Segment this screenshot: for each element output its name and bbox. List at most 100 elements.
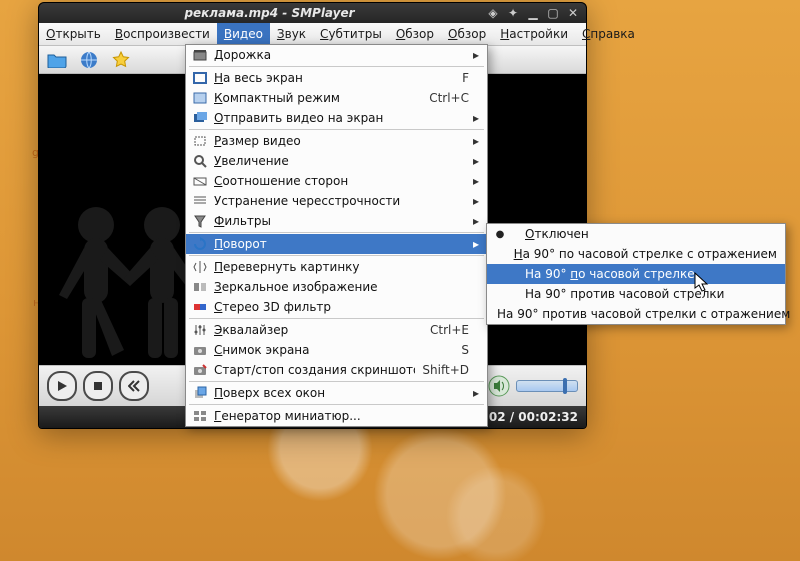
mouse-cursor [694,272,710,294]
submenu-item-label: Отключен [521,227,777,241]
flip-icon [190,257,210,277]
menu-субтитры[interactable]: Субтитры [313,23,389,45]
menu-item-label: Эквалайзер [210,323,415,337]
radio-icon: ● [493,229,507,240]
star-icon[interactable] [109,50,133,70]
folder-open-icon[interactable] [45,50,69,70]
video-menu-mirror[interactable]: Зеркальное изображение [186,277,487,297]
menu-item-label: Генератор миниатюр... [210,409,415,423]
rotate-icon [190,234,210,254]
video-menu-ontop[interactable]: Поверх всех окон ▸ [186,383,487,403]
titlebar[interactable]: реклама.mp4 - SMPlayer ◈ ✦ ▁ ▢ ✕ [39,3,586,23]
menu-обзор[interactable]: Обзор [389,23,441,45]
menu-настройки[interactable]: Настройки [493,23,575,45]
filter-icon [190,211,210,231]
submenu-item-label: На 90° против часовой стрелки с отражени… [493,307,790,321]
maximize-icon[interactable]: ▢ [546,6,560,20]
menu-звук[interactable]: Звук [270,23,313,45]
menu-item-label: Стерео 3D фильтр [210,300,415,314]
menu-справка[interactable]: Справка [575,23,642,45]
rotation-submenu: ● Отключен На 90° по часовой стрелке с отр… [486,223,786,325]
rotation-option-4[interactable]: На 90° против часовой стрелки с отражени… [487,304,785,324]
shots-icon [190,360,210,380]
separator [189,404,484,405]
video-content-silhouette [54,190,204,365]
close-icon[interactable]: ✕ [566,6,580,20]
video-menu-aspect[interactable]: Соотношение сторон▸ [186,171,487,191]
video-menu-filter[interactable]: Фильтры▸ [186,211,487,231]
window-title: реклама.mp4 - SMPlayer [59,6,480,20]
menu-item-label: Поворот [210,237,415,251]
video-menu-shots[interactable]: Старт/стоп создания скриншотовShift+D [186,360,487,380]
submenu-arrow-icon: ▸ [469,237,479,251]
size-icon [190,131,210,151]
shot-icon [190,340,210,360]
video-menu-rotate[interactable]: Поворот ▸ [186,234,487,254]
submenu-arrow-icon: ▸ [469,48,479,62]
play-button[interactable] [47,371,77,401]
globe-icon[interactable] [77,50,101,70]
video-menu-size[interactable]: Размер видео ▸ [186,131,487,151]
video-menu-thumbs[interactable]: Генератор миниатюр... [186,406,487,426]
video-menu-send[interactable]: Отправить видео на экран ▸ [186,108,487,128]
ontop-icon [190,383,210,403]
stop-button[interactable] [83,371,113,401]
submenu-arrow-icon: ▸ [469,154,479,168]
mute-icon[interactable] [488,375,510,397]
video-menu-track[interactable]: Дорожка ▸ [186,45,487,65]
submenu-arrow-icon: ▸ [469,386,479,400]
video-menu-compact[interactable]: Компактный режимCtrl+C [186,88,487,108]
shortcut-label: S [415,343,469,357]
menu-item-label: На весь экран [210,71,415,85]
menu-item-label: Поверх всех окон [210,386,415,400]
stereo3d-icon [190,297,210,317]
volume-slider[interactable] [516,380,578,392]
separator [189,66,484,67]
rotation-option-2[interactable]: На 90° по часовой стрелке [487,264,785,284]
menu-item-label: Отправить видео на экран [210,111,415,125]
video-menu-dropdown: Дорожка▸На весь экранFКомпактный режимCt… [185,44,488,427]
video-menu-eq[interactable]: ЭквалайзерCtrl+E [186,320,487,340]
rewind-button[interactable] [119,371,149,401]
submenu-arrow-icon: ▸ [469,111,479,125]
video-menu-deint[interactable]: Устранение чересстрочности▸ [186,191,487,211]
video-menu-zoom[interactable]: Увеличение▸ [186,151,487,171]
video-menu-fullscreen[interactable]: На весь экранF [186,68,487,88]
menu-item-label: Размер видео [210,134,415,148]
submenu-arrow-icon: ▸ [469,214,479,228]
pin-icon[interactable]: ◈ [486,6,500,20]
menu-item-label: Устранение чересстрочности [210,194,415,208]
rotation-option-0[interactable]: ● Отключен [487,224,785,244]
video-menu-stereo3d[interactable]: Стерео 3D фильтр [186,297,487,317]
submenu-arrow-icon: ▸ [469,174,479,188]
compact-icon [190,88,210,108]
menu-item-label: Компактный режим [210,91,415,105]
track-icon [190,45,210,65]
separator [189,255,484,256]
menu-воспроизвести[interactable]: Воспроизвести [108,23,217,45]
rotation-option-1[interactable]: На 90° по часовой стрелке с отражением [487,244,785,264]
minimize-icon[interactable]: ▁ [526,6,540,20]
menu-icon[interactable]: ✦ [506,6,520,20]
menu-открыть[interactable]: Открыть [39,23,108,45]
menu-видео[interactable]: Видео [217,23,270,45]
separator [189,129,484,130]
video-menu-shot[interactable]: Снимок экранаS [186,340,487,360]
fullscreen-icon [190,68,210,88]
menu-item-label: Старт/стоп создания скриншотов [210,363,415,377]
desktop-background: g но реклама.mp4 - SMPlayer ◈ ✦ ▁ ▢ ✕ От… [0,0,800,561]
rotation-option-3[interactable]: На 90° против часовой стрелки [487,284,785,304]
shortcut-label: Ctrl+C [415,91,469,105]
submenu-arrow-icon: ▸ [469,134,479,148]
menu-item-label: Снимок экрана [210,343,415,357]
separator [189,381,484,382]
shortcut-label: F [415,71,469,85]
menu-обзор[interactable]: Обзор [441,23,493,45]
send-icon [190,108,210,128]
aspect-icon [190,171,210,191]
submenu-item-label: На 90° по часовой стрелке [521,267,777,281]
thumbs-icon [190,406,210,426]
shortcut-label: Ctrl+E [415,323,469,337]
video-menu-flip[interactable]: Перевернуть картинку [186,257,487,277]
menu-item-label: Дорожка [210,48,415,62]
